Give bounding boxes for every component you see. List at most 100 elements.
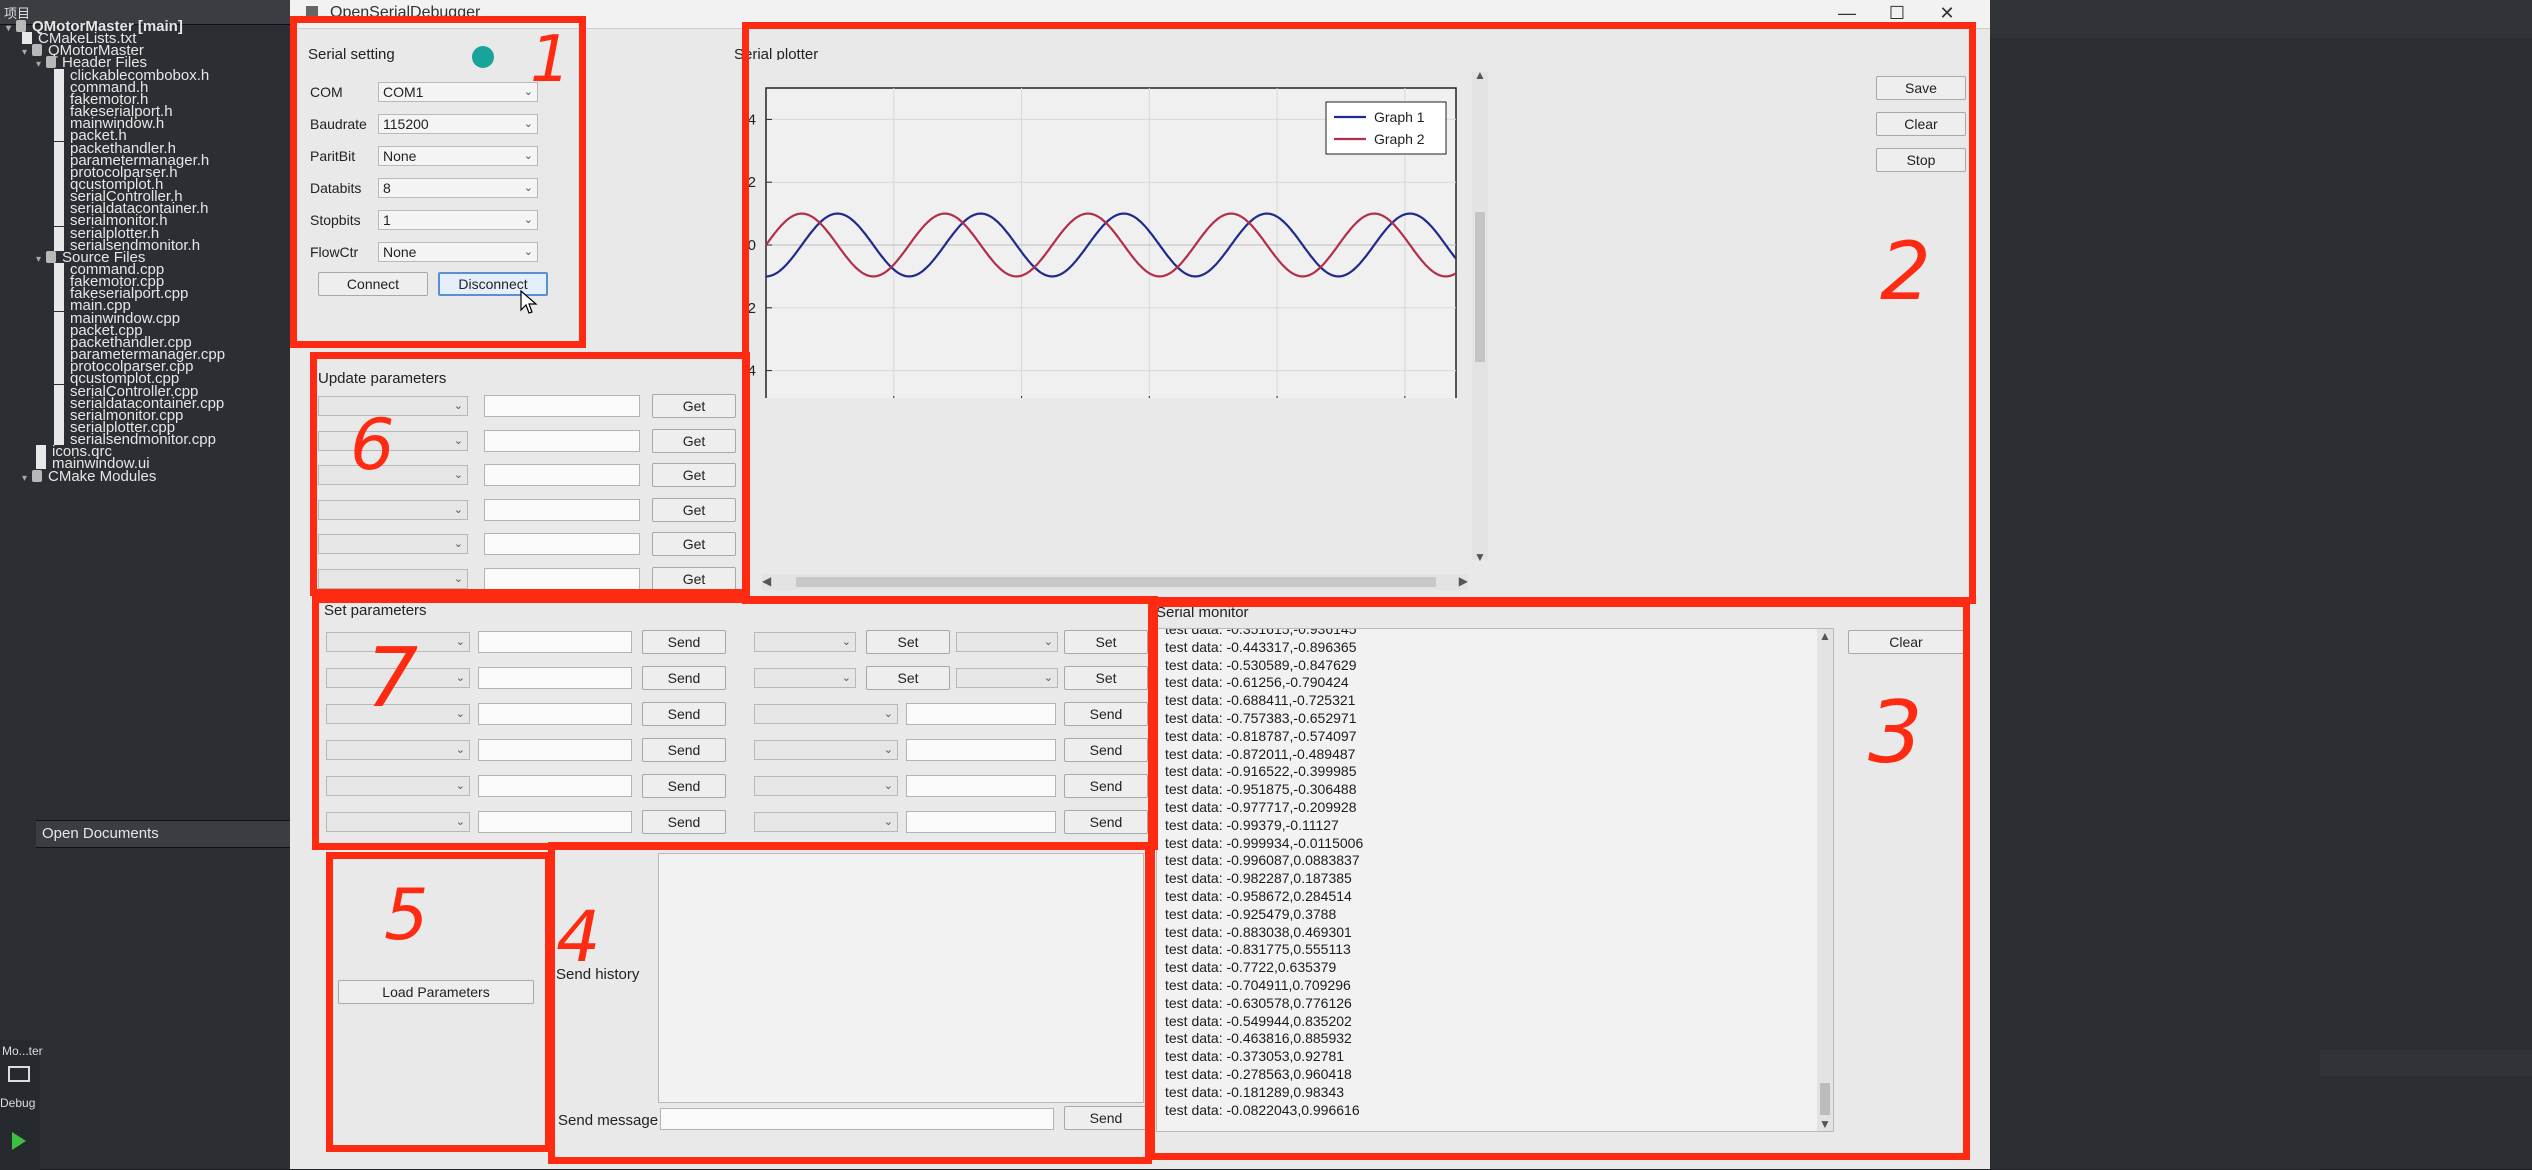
send-button[interactable]: Send [642,666,726,690]
set-param-select-2[interactable]: ⌄ [754,740,898,760]
expand-arrow-icon[interactable]: ▾ [22,44,32,62]
update-param-value[interactable] [484,395,640,417]
load-parameters-button[interactable]: Load Parameters [338,980,534,1004]
monitor-clear-button[interactable]: Clear [1848,630,1964,654]
set-param-value-2[interactable] [906,811,1056,833]
send-message-button[interactable]: Send [1064,1106,1148,1130]
send-button[interactable]: Send [642,738,726,762]
set-param-select-2[interactable]: ⌄ [754,812,898,832]
send-button[interactable]: Send [642,810,726,834]
chevron-down-icon: ⌄ [841,636,851,648]
send-button[interactable]: Send [1064,810,1148,834]
set-param-value-2[interactable] [906,775,1056,797]
set-param-value-2[interactable] [906,703,1056,725]
serial-baudrate-select[interactable]: 115200 ⌄ [378,114,538,134]
get-button[interactable]: Get [652,497,736,522]
y-tick-label: -4 [743,363,756,380]
open-documents-bar[interactable]: Open Documents [36,820,290,848]
monitor-icon[interactable] [8,1066,30,1082]
folder-icon [32,469,42,482]
plot-clear-button[interactable]: Clear [1876,112,1966,136]
serial-flowctr-select[interactable]: None ⌄ [378,242,538,262]
set-param-select-2[interactable]: ⌄ [754,668,856,688]
ide-mode-selector[interactable]: Mo...ter Debug [0,1040,43,1170]
monitor-line: test data: -0.818787,-0.574097 [1165,727,1357,744]
chevron-down-icon: ⌄ [523,182,533,194]
update-param-value[interactable] [484,429,640,452]
serial-plot-chart[interactable]: 50100150200250-4-2024Graph 1Graph 2 [730,60,1470,398]
y-tick-label: 0 [748,237,756,254]
close-icon[interactable]: ✕ [1932,3,1962,24]
send-button[interactable]: Send [642,630,726,654]
minimize-icon[interactable]: — [1832,3,1862,24]
serial-stopbits-select[interactable]: 1 ⌄ [378,210,538,230]
update-param-value[interactable] [484,533,640,555]
set-param-value[interactable] [478,631,632,653]
expand-arrow-icon[interactable]: ▾ [6,20,16,38]
send-button[interactable]: Send [1064,774,1148,798]
monitor-line: test data: -0.630578,0.776126 [1165,994,1352,1011]
plot-save-button[interactable]: Save [1876,76,1966,100]
select-value: 115200 [383,116,429,132]
set-param-select[interactable]: ⌄ [326,776,470,796]
monitor-line: test data: -0.99379,-0.11127 [1165,816,1339,833]
monitor-line: test data: -0.996087,0.0883837 [1165,852,1360,869]
serial-databits-select[interactable]: 8 ⌄ [378,178,538,198]
plot-stop-button[interactable]: Stop [1876,148,1966,172]
update-parameters-title: Update parameters [318,370,447,387]
serial-com-select[interactable]: COM1 ⌄ [378,82,538,102]
legend-label: Graph 1 [1374,109,1425,125]
chevron-down-icon: ⌄ [455,780,465,792]
connect-button[interactable]: Connect [318,272,428,296]
monitor-line: test data: -0.373053,0.92781 [1165,1048,1345,1065]
get-button[interactable]: Get [652,463,736,487]
set-param-select[interactable]: ⌄ [326,740,470,760]
set-button[interactable]: Set [866,666,950,690]
set-button[interactable]: Set [1064,666,1148,690]
update-param-value[interactable] [484,464,640,486]
expand-arrow-icon[interactable]: ▾ [36,56,46,74]
expand-arrow-icon[interactable]: ▾ [22,470,32,488]
send-button[interactable]: Send [642,774,726,798]
update-param-select[interactable]: ⌄ [318,568,468,589]
set-button[interactable]: Set [1064,630,1148,654]
update-param-value[interactable] [484,498,640,521]
update-param-select[interactable]: ⌄ [318,499,468,520]
monitor-line: test data: -0.831775,0.555113 [1165,941,1351,958]
set-param-value[interactable] [478,775,632,797]
set-param-select-2[interactable]: ⌄ [754,704,898,724]
set-button[interactable]: Set [866,630,950,654]
set-param-value[interactable] [478,739,632,761]
update-param-select[interactable]: ⌄ [318,534,468,554]
plot-horizontal-scrollbar[interactable]: ◀ ▶ [762,574,1468,590]
set-param-value[interactable] [478,667,632,689]
set-param-select-2[interactable]: ⌄ [754,776,898,796]
run-icon[interactable] [12,1132,26,1150]
expand-arrow-icon[interactable]: ▾ [36,251,46,269]
send-button[interactable]: Send [642,702,726,726]
monitor-scrollbar[interactable]: ▲ ▼ [1817,629,1833,1131]
send-message-input[interactable] [660,1108,1054,1130]
send-button[interactable]: Send [1064,702,1148,726]
connection-status-indicator [472,46,494,68]
serial-paritbit-select[interactable]: None ⌄ [378,146,538,166]
set-param-value[interactable] [478,703,632,725]
get-button[interactable]: Get [652,394,736,418]
send-history-box[interactable] [658,853,1144,1103]
set-param-select-3[interactable]: ⌄ [956,632,1058,652]
send-button[interactable]: Send [1064,738,1148,762]
plot-vertical-scrollbar[interactable]: ▲ ▼ [1472,68,1488,564]
set-param-select[interactable]: ⌄ [326,812,470,832]
set-param-select-3[interactable]: ⌄ [956,668,1058,688]
set-param-value-2[interactable] [906,739,1056,761]
set-param-value[interactable] [478,811,632,833]
get-button[interactable]: Get [652,566,736,591]
get-button[interactable]: Get [652,532,736,556]
tree-item[interactable]: ▾ CMake Modules [22,468,156,488]
update-param-value[interactable] [484,567,640,590]
serial-monitor-log[interactable]: test data: -0.351615,-0.936145 test data:… [1156,628,1834,1132]
get-button[interactable]: Get [652,428,736,453]
monitor-line: test data: -0.463816,0.885932 [1165,1030,1352,1047]
maximize-icon[interactable]: ☐ [1882,3,1912,24]
set-param-select-2[interactable]: ⌄ [754,632,856,652]
